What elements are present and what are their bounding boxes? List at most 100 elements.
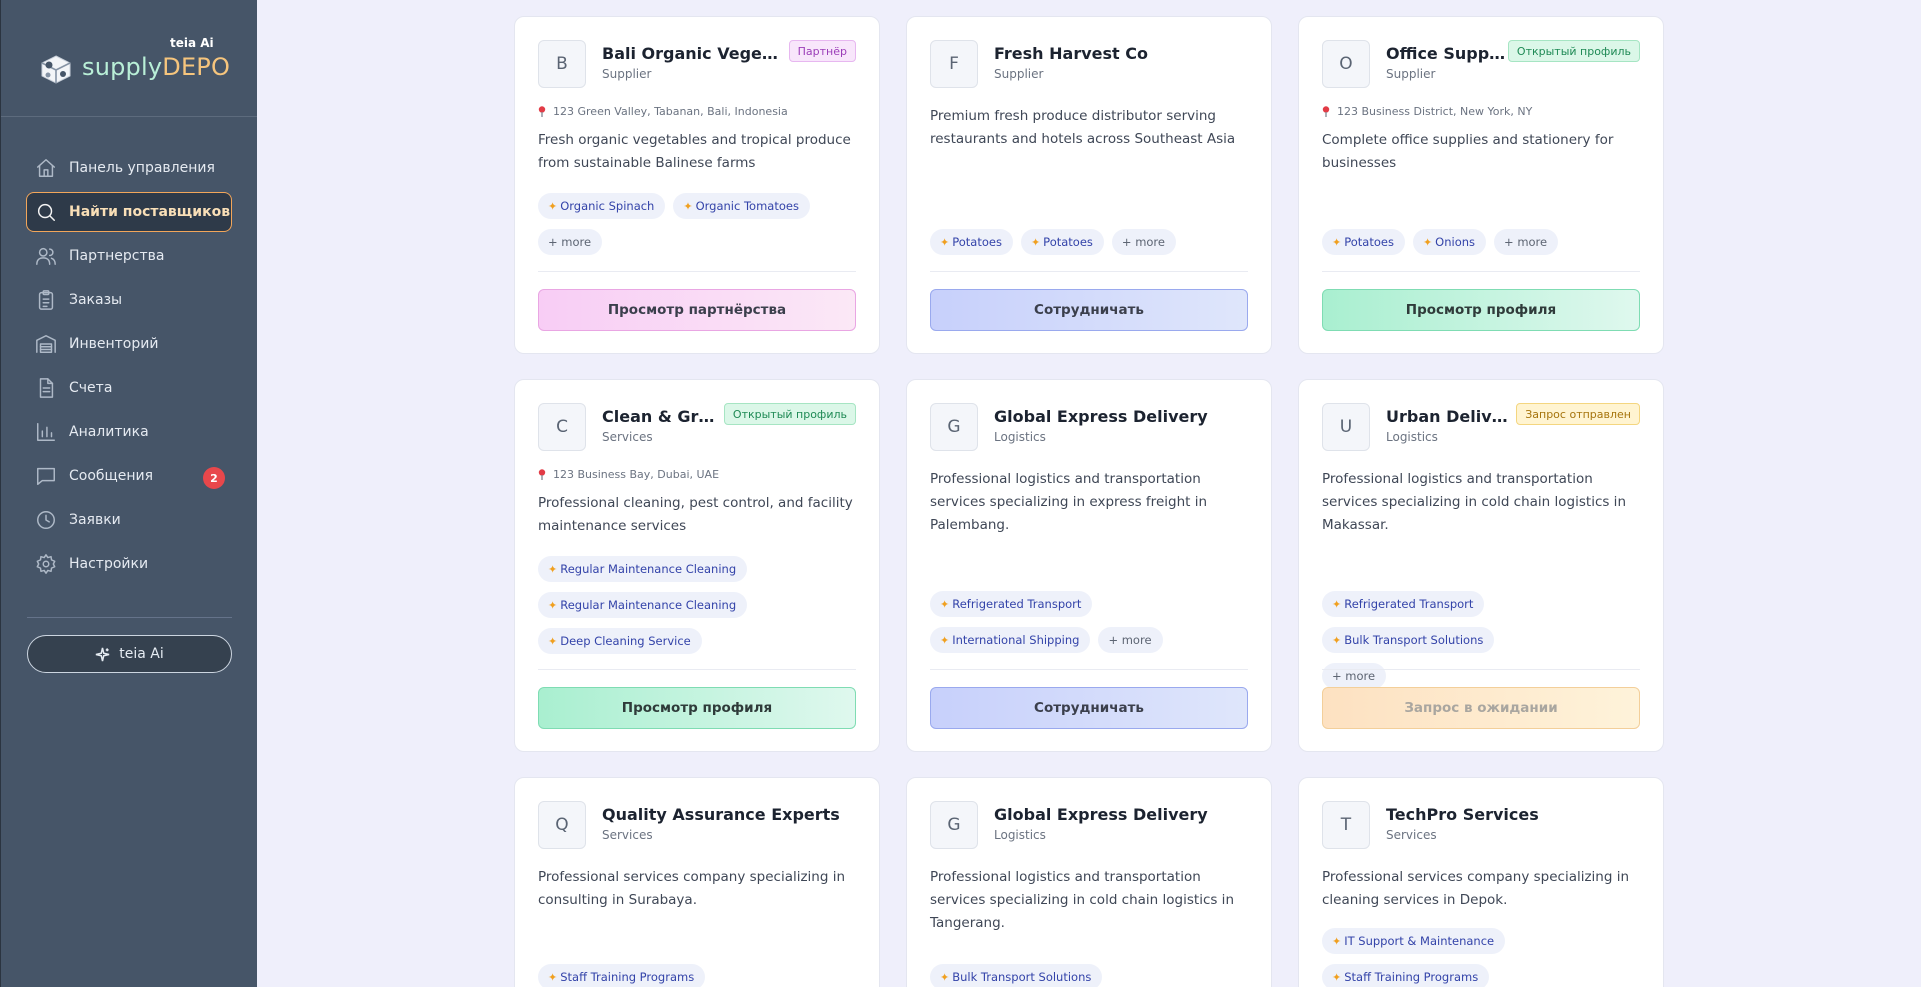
logo-icon (41, 55, 71, 84)
supplier-card[interactable]: T TechPro Services Services Professional… (1298, 777, 1664, 987)
tag-list: ✦ Regular Maintenance Cleaning ✦ Regular M… (538, 556, 758, 654)
supplier-name[interactable]: Quality Assurance Experts (602, 805, 840, 824)
supplier-name[interactable]: Clean & Green Services (602, 407, 716, 426)
sparkle-icon: ✦ (548, 199, 558, 213)
supplier-name[interactable]: Urban Delivery Solutions (1386, 407, 1510, 426)
nav-item-settings[interactable]: Настройки (26, 544, 232, 584)
supplier-card[interactable]: B Bali Organic Vegetables Supplier Партн… (514, 16, 880, 354)
view-profile-button[interactable]: Просмотр профиля (538, 687, 856, 729)
main-nav: Панель управления Найти поставщиков Парт… (26, 148, 232, 588)
nav-item-inventory[interactable]: Инвенторий (26, 324, 232, 364)
supplier-card[interactable]: U Urban Delivery Solutions Logistics Зап… (1298, 379, 1664, 752)
tag[interactable]: ✦ Bulk Transport Solutions (1322, 627, 1495, 653)
collaborate-button[interactable]: Сотрудничать (930, 289, 1248, 331)
supplier-card[interactable]: G Global Express Delivery Logistics Prof… (906, 379, 1272, 752)
location: 123 Business District, New York, NY (1322, 105, 1532, 118)
nav-item-label: Счета (69, 380, 113, 396)
invoice-icon (35, 377, 57, 399)
nav-item-invoices[interactable]: Счета (26, 368, 232, 408)
bar-chart-icon (35, 421, 57, 443)
sparkles-icon (96, 647, 110, 661)
supplier-card[interactable]: F Fresh Harvest Co Supplier Premium fres… (906, 16, 1272, 354)
more-tags-button[interactable]: + more (1098, 627, 1163, 653)
teia-ai-button[interactable]: teia Ai (27, 635, 232, 673)
avatar: G (930, 403, 978, 451)
tag[interactable]: ✦ Staff Training Programs (538, 964, 706, 987)
collaborate-button[interactable]: Сотрудничать (930, 687, 1248, 729)
tag-list: ✦ Potatoes ✦ Potatoes + more (930, 229, 1260, 255)
tag[interactable]: ✦ IT Support & Maintenance (1322, 928, 1506, 954)
sparkle-icon: ✦ (1422, 235, 1433, 249)
divider (1322, 271, 1640, 272)
sparkle-icon: ✦ (548, 634, 558, 648)
supplier-card[interactable]: C Clean & Green Services Services Открыт… (514, 379, 880, 752)
tag[interactable]: ✦ Organic Spinach (538, 193, 666, 219)
supplier-description: Professional logistics and transportatio… (930, 869, 1234, 931)
brand-name[interactable]: supplyDEPO (82, 53, 230, 81)
sparkle-icon: ✦ (683, 199, 693, 213)
tag[interactable]: ✦ Deep Cleaning Service (538, 628, 702, 654)
sparkle-icon: ✦ (548, 598, 558, 612)
tag[interactable]: ✦ Regular Maintenance Cleaning (538, 556, 748, 582)
nav-item-partnerships[interactable]: Партнерства (26, 236, 232, 276)
sparkle-icon: ✦ (1030, 235, 1041, 249)
nav-item-messages[interactable]: Сообщения 2 (26, 456, 232, 496)
supplier-name[interactable]: Bali Organic Vegetables (602, 44, 778, 63)
clipboard-icon (35, 289, 57, 311)
location-pin-icon (538, 469, 546, 480)
brand-name-part2: DEPO (162, 53, 231, 81)
tag-list: ✦ Staff Training Programs (538, 964, 868, 987)
nav-item-analytics[interactable]: Аналитика (26, 412, 232, 452)
tag[interactable]: ✦ Potatoes (1020, 229, 1104, 255)
tag[interactable]: ✦ Potatoes (930, 229, 1013, 255)
tag-list: ✦ Refrigerated Transport ✦ Bulk Transport … (1322, 591, 1562, 689)
supplier-card[interactable]: Q Quality Assurance Experts Services Pro… (514, 777, 880, 987)
avatar: B (538, 40, 586, 88)
supplier-card[interactable]: G Global Express Delivery Logistics Prof… (906, 777, 1272, 987)
more-tags-button[interactable]: + more (538, 229, 603, 255)
tag[interactable]: ✦ Staff Training Programs (1322, 964, 1490, 987)
request-pending-button[interactable]: Запрос в ожидании (1322, 687, 1640, 729)
tag-list: ✦ Refrigerated Transport ✦ International S… (930, 591, 1170, 653)
avatar: U (1322, 403, 1370, 451)
supplier-name[interactable]: Fresh Harvest Co (994, 44, 1148, 63)
view-profile-button[interactable]: Просмотр профиля (1322, 289, 1640, 331)
nav-item-dashboard[interactable]: Панель управления (26, 148, 232, 188)
divider (930, 271, 1248, 272)
teia-ai-label: teia Ai (119, 646, 164, 662)
nav-item-label: Панель управления (69, 160, 215, 176)
location: 123 Business Bay, Dubai, UAE (538, 468, 719, 481)
avatar: T (1322, 801, 1370, 849)
tag[interactable]: ✦ Onions (1412, 229, 1487, 255)
status-badge: Открытый профиль (1507, 40, 1640, 62)
tag[interactable]: ✦ Bulk Transport Solutions (930, 964, 1103, 987)
view-partnership-button[interactable]: Просмотр партнёрства (538, 289, 856, 331)
tag[interactable]: ✦ International Shipping (930, 627, 1091, 653)
sidebar: teia Ai supplyDEPO Панель управления Най… (0, 0, 257, 987)
sparkle-icon: ✦ (940, 633, 950, 647)
supplier-description: Professional logistics and transportatio… (930, 471, 1208, 533)
search-icon (35, 201, 57, 223)
supplier-card[interactable]: O Office Supplies Plus Supplier Открытый… (1298, 16, 1664, 354)
more-tags-button[interactable]: + more (1111, 229, 1176, 255)
tag[interactable]: ✦ Refrigerated Transport (1322, 591, 1485, 617)
location-text: 123 Business District, New York, NY (1337, 105, 1533, 118)
location-pin-icon (538, 106, 546, 117)
tag[interactable]: ✦ Organic Tomatoes (673, 193, 810, 219)
more-tags-button[interactable]: + more (1322, 663, 1387, 689)
tag[interactable]: ✦ Regular Maintenance Cleaning (538, 592, 748, 618)
tag[interactable]: ✦ Refrigerated Transport (930, 591, 1093, 617)
supplier-name[interactable]: Global Express Delivery (994, 805, 1208, 824)
supplier-name[interactable]: Office Supplies Plus (1386, 44, 1510, 63)
more-tags-button[interactable]: + more (1494, 229, 1559, 255)
divider (538, 669, 856, 670)
tag[interactable]: ✦ Potatoes (1322, 229, 1405, 255)
supplier-name[interactable]: Global Express Delivery (994, 407, 1208, 426)
nav-item-find-suppliers[interactable]: Найти поставщиков (26, 192, 232, 232)
nav-item-orders[interactable]: Заказы (26, 280, 232, 320)
supplier-name[interactable]: TechPro Services (1386, 805, 1539, 824)
supplier-category: Logistics (994, 828, 1046, 842)
nav-item-requests[interactable]: Заявки (26, 500, 232, 540)
location-pin-icon (1322, 106, 1330, 117)
users-icon (35, 245, 57, 267)
